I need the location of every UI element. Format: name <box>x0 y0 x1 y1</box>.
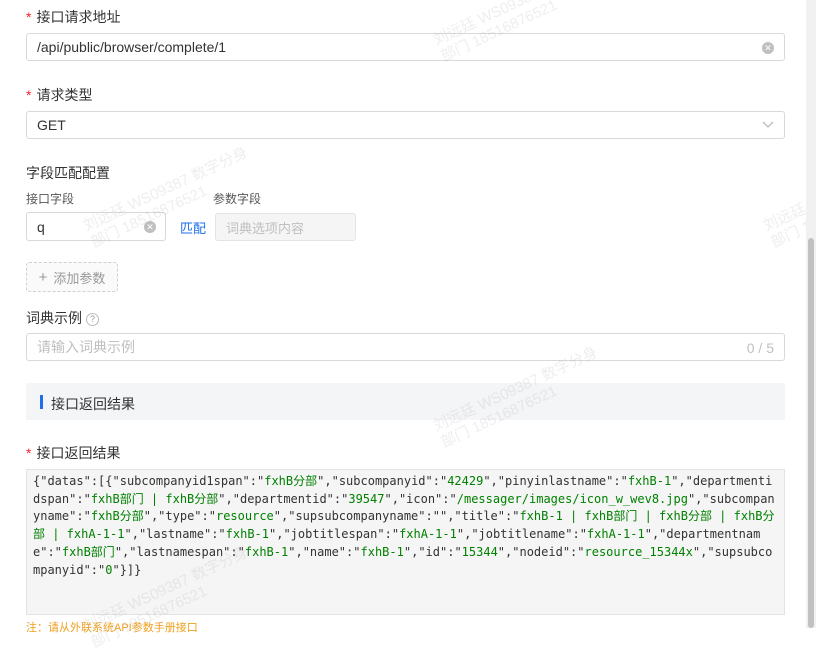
request-type-select[interactable]: GET <box>26 111 785 139</box>
param-field-input[interactable]: 词典选项内容 <box>215 213 356 241</box>
dict-example-label: 词典示例? <box>26 308 99 328</box>
api-field-input[interactable]: q ✕ <box>26 212 166 241</box>
api-url-label: * 接口请求地址 <box>26 9 121 25</box>
chevron-down-icon <box>762 121 774 128</box>
result-textarea[interactable]: {"datas":[{"subcompanyid1span":"fxhB分部",… <box>26 469 785 615</box>
char-counter: 0 / 5 <box>746 340 774 356</box>
help-icon[interactable]: ? <box>86 313 99 326</box>
add-param-button[interactable]: + 添加参数 <box>26 262 118 292</box>
scrollbar-thumb[interactable] <box>808 238 814 628</box>
clear-icon[interactable]: ✕ <box>762 42 774 54</box>
scrollbar[interactable] <box>806 0 816 628</box>
match-link[interactable]: 匹配 <box>180 218 206 237</box>
result-label: * 接口返回结果 <box>26 445 121 461</box>
dict-example-input[interactable]: 请输入词典示例 0 / 5 <box>26 333 785 361</box>
column-param-field: 参数字段 <box>213 192 262 206</box>
plus-icon: + <box>38 268 48 286</box>
clear-icon[interactable]: ✕ <box>144 221 156 233</box>
api-url-input[interactable]: /api/public/browser/complete/1 ✕ <box>26 33 785 61</box>
section-accent <box>40 395 43 409</box>
column-api-field: 接口字段 <box>26 192 75 206</box>
section-header: 接口返回结果 <box>26 383 785 420</box>
note-text: 注：请从外联系统API参数手册接口 <box>26 622 198 634</box>
request-type-label: * 请求类型 <box>26 87 93 103</box>
field-mapping-title: 字段匹配配置 <box>26 165 110 181</box>
